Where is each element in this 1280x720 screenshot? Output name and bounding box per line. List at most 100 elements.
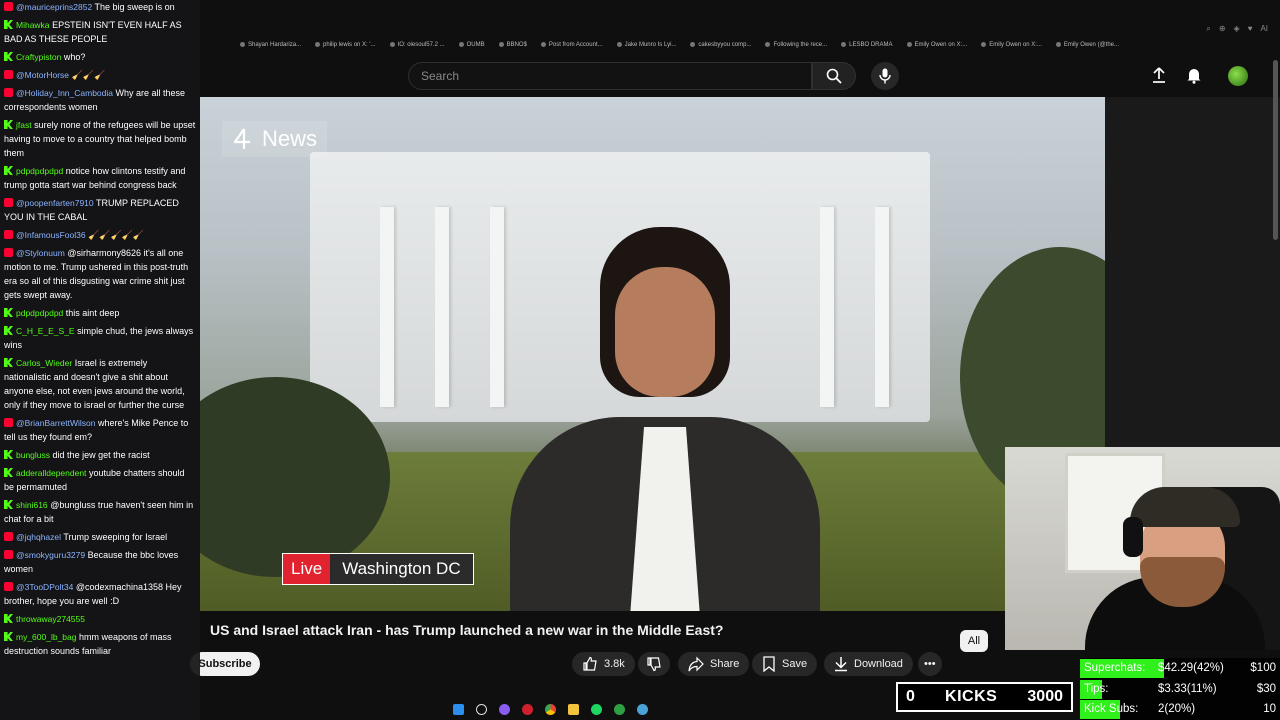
- video-player[interactable]: News Live Washington DC: [200, 97, 1105, 611]
- column: [875, 207, 889, 407]
- bookmark-item[interactable]: Emily Owen on X:...: [981, 42, 1042, 48]
- chat-message: @3TooDPolt34 @codexmachina1358 Hey broth…: [4, 580, 196, 608]
- bookmark-item[interactable]: Emily Owen on X:...: [907, 42, 968, 48]
- kicks-current: 0: [906, 688, 915, 705]
- chat-username[interactable]: @smokyguru3279: [16, 550, 85, 560]
- bookmark-item[interactable]: Following the rece...: [765, 42, 827, 48]
- notifications-button[interactable]: [1185, 66, 1203, 89]
- dislike-button[interactable]: [638, 652, 670, 676]
- chat-username[interactable]: Carlos_Wieder: [16, 358, 72, 368]
- chat-username[interactable]: shini616: [16, 500, 48, 510]
- bookmark-item[interactable]: Emily Owen (@the...: [1056, 42, 1119, 48]
- chat-username[interactable]: my_600_lb_bag: [16, 632, 77, 642]
- youtube-header: Search: [200, 58, 1280, 96]
- video-title: US and Israel attack Iran - has Trump la…: [210, 622, 724, 638]
- kick-logo-icon: [4, 614, 13, 623]
- thumbs-up-icon: [583, 656, 597, 671]
- heart-icon[interactable]: ♥: [1248, 24, 1253, 34]
- ai-label[interactable]: AI: [1260, 24, 1268, 34]
- kick-logo-icon: [4, 120, 13, 129]
- page-scrollbar[interactable]: [1273, 60, 1278, 240]
- chat-username[interactable]: C_H_E_E_S_E: [16, 326, 75, 336]
- bookmark-item[interactable]: IO: olesoul57.2 ...: [390, 42, 445, 48]
- chat-username[interactable]: jfast: [16, 120, 32, 130]
- donation-goals: Superchats: $42.29(42%) $100 Tips: $3.33(11%…: [1080, 658, 1280, 720]
- folder-icon[interactable]: [567, 703, 579, 715]
- bookmark-item[interactable]: cakesbyyou comp...: [690, 42, 751, 48]
- taskbar: [200, 698, 900, 720]
- chat-username[interactable]: @Stylonuum: [16, 248, 65, 258]
- shield-icon[interactable]: ◈: [1234, 24, 1240, 34]
- chat-username[interactable]: pdpdpdpdpd: [16, 166, 63, 176]
- kick-logo-icon: [4, 358, 13, 367]
- chat-username[interactable]: @InfamousFool36: [16, 230, 86, 240]
- goal-value: 2(20%): [1158, 703, 1196, 716]
- like-count: 3.8k: [604, 658, 625, 670]
- chat-username[interactable]: @mauriceprins2852: [16, 2, 92, 12]
- steam-icon[interactable]: [636, 703, 648, 715]
- app-icon[interactable]: [521, 703, 533, 715]
- save-button[interactable]: Save: [752, 652, 818, 676]
- extension-icon[interactable]: ⊕: [1219, 24, 1226, 34]
- bookmark-item[interactable]: Jake Munro Is Lyi...: [617, 42, 677, 48]
- xbox-icon[interactable]: [613, 703, 625, 715]
- kick-logo-icon: [4, 308, 13, 317]
- chat-username[interactable]: @Holiday_Inn_Cambodia: [16, 88, 113, 98]
- webcam-feed: [1005, 447, 1280, 650]
- chrome-icon[interactable]: [544, 703, 556, 715]
- chat-username[interactable]: @BrianBarrettWilson: [16, 418, 95, 428]
- like-button[interactable]: 3.8k: [572, 652, 635, 676]
- kicks-goal: 3000: [1027, 688, 1063, 705]
- chat-username[interactable]: adderalldependent: [16, 468, 86, 478]
- chat-username[interactable]: Mihawka: [16, 20, 50, 30]
- chat-text: The big sweep is on: [94, 2, 175, 12]
- bookmark-item[interactable]: philip lewis on X: '...: [315, 42, 376, 48]
- chat-message: Mihawka EPSTEIN ISN'T EVEN HALF AS BAD A…: [4, 18, 196, 46]
- chat-overlay: @mauriceprins2852 The big sweep is on Mih…: [0, 0, 200, 720]
- search-input[interactable]: Search: [408, 62, 812, 90]
- goal-label: Kick Subs:: [1084, 703, 1139, 716]
- subscribe-button[interactable]: Subscribe: [190, 652, 260, 676]
- bookmark-item[interactable]: LESBO DRAMA: [841, 42, 892, 48]
- bookmarks-bar: Shayan Hardariza... philip lewis on X: '.…: [200, 36, 1280, 54]
- chat-message: throwaway274555: [4, 612, 196, 626]
- youtube-logo-icon: [4, 2, 13, 11]
- search-button[interactable]: [812, 62, 856, 90]
- chat-username[interactable]: @3TooDPolt34: [16, 582, 73, 592]
- chat-username[interactable]: @jqhqhazel: [16, 532, 61, 542]
- zoom-icon[interactable]: ⌕: [1206, 24, 1210, 34]
- chat-text: who?: [63, 52, 86, 62]
- chat-message: @poopenfarten7910 TRUMP REPLACED YOU IN …: [4, 196, 196, 224]
- voice-search-button[interactable]: [871, 62, 899, 90]
- chat-username[interactable]: pdpdpdpdpd: [16, 308, 63, 318]
- bookmark-item[interactable]: Shayan Hardariza...: [240, 42, 301, 48]
- more-actions-button[interactable]: •••: [918, 652, 942, 676]
- download-button[interactable]: Download: [824, 652, 913, 676]
- account-avatar[interactable]: [1228, 66, 1248, 86]
- bookmark-item[interactable]: OUMB: [459, 42, 485, 48]
- chat-message: jfast surely none of the refugees will b…: [4, 118, 196, 160]
- create-button[interactable]: [1150, 66, 1168, 89]
- youtube-logo-icon: [4, 230, 13, 239]
- youtube-logo-icon: [4, 248, 13, 257]
- spotify-icon[interactable]: [590, 703, 602, 715]
- chat-text: 🧹🧹🧹: [71, 70, 106, 80]
- kick-logo-icon: [4, 166, 13, 175]
- share-button[interactable]: Share: [678, 652, 750, 676]
- kick-logo-icon: [4, 326, 13, 335]
- chat-message: @mauriceprins2852 The big sweep is on: [4, 0, 196, 14]
- filter-chip-all[interactable]: All: [960, 630, 988, 652]
- chat-username[interactable]: @MotorHorse: [16, 70, 69, 80]
- chat-username[interactable]: Craftypiston: [16, 52, 61, 62]
- download-icon: [835, 657, 847, 672]
- chat-message: Craftypiston who?: [4, 50, 196, 64]
- mic-icon: [879, 68, 891, 84]
- app-icon[interactable]: [498, 703, 510, 715]
- bookmark-item[interactable]: Post from Account...: [541, 42, 603, 48]
- chat-username[interactable]: @poopenfarten7910: [16, 198, 94, 208]
- chat-username[interactable]: bungluss: [16, 450, 50, 460]
- bookmark-item[interactable]: BBNO$: [499, 42, 527, 48]
- chat-username[interactable]: throwaway274555: [16, 614, 85, 624]
- windows-start-icon[interactable]: [452, 703, 464, 715]
- search-icon[interactable]: [475, 703, 487, 715]
